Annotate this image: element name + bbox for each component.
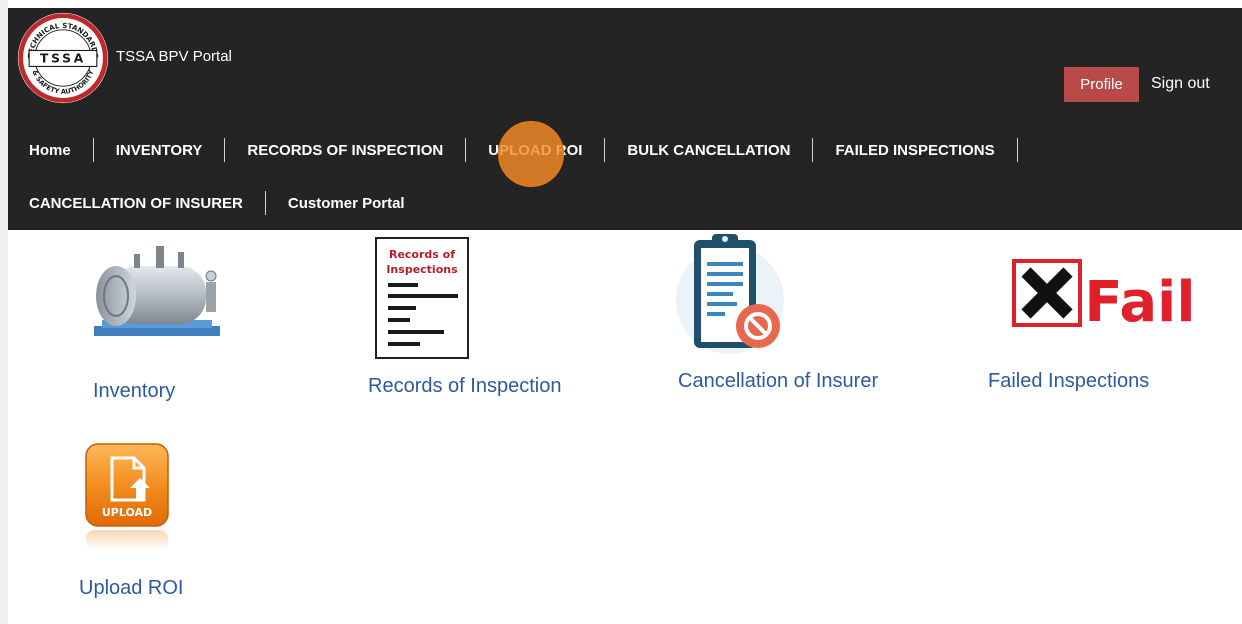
nav-upload-roi[interactable]: UPLOAD ROI	[488, 142, 582, 159]
svg-text:TSSA: TSSA	[40, 52, 86, 66]
clipboard-cancel-icon	[676, 234, 784, 354]
main-nav-row-2: CANCELLATION OF INSURER Customer Portal	[29, 189, 405, 217]
nav-separator	[604, 138, 606, 162]
nav-cancellation-of-insurer[interactable]: CANCELLATION OF INSURER	[29, 195, 243, 212]
nav-separator	[812, 138, 814, 162]
upload-icon-text: UPLOAD	[102, 506, 152, 519]
app-title: TSSA BPV Portal	[116, 48, 232, 65]
cancellation-of-insurer-tile[interactable]	[676, 230, 790, 356]
fail-x-icon: Fail	[1012, 259, 1196, 335]
inventory-label[interactable]: Inventory	[93, 380, 175, 403]
upload-icon: UPLOAD	[85, 443, 169, 550]
inventory-tile[interactable]	[86, 236, 232, 346]
nav-separator	[1016, 138, 1018, 162]
main-nav-row-1: Home INVENTORY RECORDS OF INSPECTION UPL…	[29, 136, 1040, 164]
sign-out-link[interactable]: Sign out	[1151, 75, 1210, 93]
nav-separator	[92, 138, 94, 162]
fail-text: Fail	[1084, 270, 1192, 328]
records-of-inspection-tile[interactable]: Records of Inspections	[372, 236, 472, 362]
nav-inventory[interactable]: INVENTORY	[116, 142, 203, 159]
nav-records-of-inspection[interactable]: RECORDS OF INSPECTION	[247, 142, 443, 159]
nav-separator	[465, 138, 467, 162]
upload-roi-tile[interactable]: UPLOAD	[84, 442, 170, 554]
records-title-line2: Inspections	[386, 263, 458, 276]
top-header: TECHNICAL STANDARDS & SAFETY AUTHORITY T…	[8, 8, 1242, 230]
nav-separator	[264, 191, 266, 215]
nav-failed-inspections[interactable]: FAILED INSPECTIONS	[835, 142, 994, 159]
nav-customer-portal[interactable]: Customer Portal	[288, 195, 405, 212]
boiler-icon	[94, 246, 220, 336]
nav-home[interactable]: Home	[29, 142, 71, 159]
records-title-line1: Records of	[389, 248, 455, 261]
records-document-icon: Records of Inspections	[375, 237, 469, 359]
upload-roi-label[interactable]: Upload ROI	[79, 577, 184, 600]
profile-button[interactable]: Profile	[1064, 67, 1139, 102]
nav-bulk-cancellation[interactable]: BULK CANCELLATION	[627, 142, 790, 159]
failed-inspections-label[interactable]: Failed Inspections	[988, 370, 1149, 393]
records-of-inspection-label[interactable]: Records of Inspection	[368, 375, 561, 398]
tssa-logo[interactable]: TECHNICAL STANDARDS & SAFETY AUTHORITY T…	[16, 11, 110, 105]
failed-inspections-tile[interactable]: Fail	[1012, 258, 1196, 335]
left-margin	[0, 0, 8, 624]
nav-separator	[224, 138, 226, 162]
cancellation-of-insurer-label[interactable]: Cancellation of Insurer	[678, 370, 878, 393]
